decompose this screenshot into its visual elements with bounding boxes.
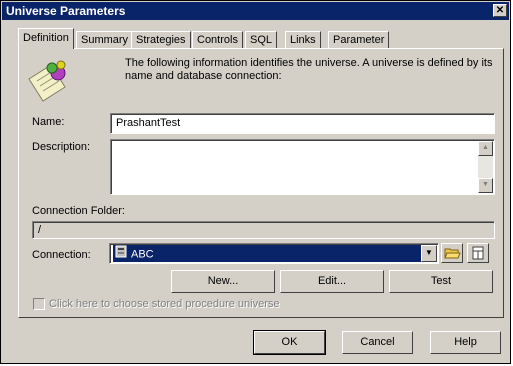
tab-controls[interactable]: Controls [192,31,243,48]
tab-strategies[interactable]: Strategies [131,31,191,48]
tab-definition[interactable]: Definition [18,28,74,49]
stored-procedure-label: Click here to choose stored procedure un… [49,298,280,310]
table-icon [472,246,484,260]
universe-icon [25,57,73,103]
scroll-down-icon[interactable]: ▼ [478,178,493,193]
description-scrollbar[interactable]: ▲ ▼ [478,141,493,193]
connection-folder-field: / [32,221,495,239]
folder-icon [444,248,461,259]
name-label: Name: [32,116,65,128]
scroll-up-icon[interactable]: ▲ [478,141,493,156]
tab-parameter[interactable]: Parameter [328,31,390,48]
tab-links[interactable]: Links [285,31,321,48]
open-folder-button[interactable] [441,243,463,263]
edit-connection-button[interactable]: Edit... [280,270,384,293]
connection-label: Connection: [32,249,91,261]
database-icon [115,245,127,264]
cancel-button[interactable]: Cancel [342,331,413,354]
ok-button[interactable]: OK [253,330,326,355]
close-icon[interactable]: ✕ [493,4,507,17]
intro-text: The following information identifies the… [125,57,493,82]
connection-value: ABC [131,248,154,261]
properties-button[interactable] [467,243,489,263]
description-field[interactable]: ▲ ▼ [110,139,495,195]
window-title: Universe Parameters [6,4,126,18]
title-bar: Universe Parameters ✕ [2,2,509,20]
tab-summary[interactable]: Summary [76,31,134,48]
description-label: Description: [32,141,91,153]
name-field[interactable]: PrashantTest [110,113,495,134]
connection-selected[interactable]: ABC [113,245,421,262]
stored-procedure-checkbox[interactable] [33,298,45,310]
new-connection-button[interactable]: New... [171,270,275,293]
test-connection-button[interactable]: Test [389,270,493,293]
tab-sql[interactable]: SQL [245,31,278,48]
connection-folder-label: Connection Folder: [32,205,125,217]
universe-parameters-dialog: Universe Parameters ✕ Definition Summary… [0,0,511,364]
help-button[interactable]: Help [430,331,501,354]
chevron-down-icon[interactable]: ▼ [421,245,437,262]
